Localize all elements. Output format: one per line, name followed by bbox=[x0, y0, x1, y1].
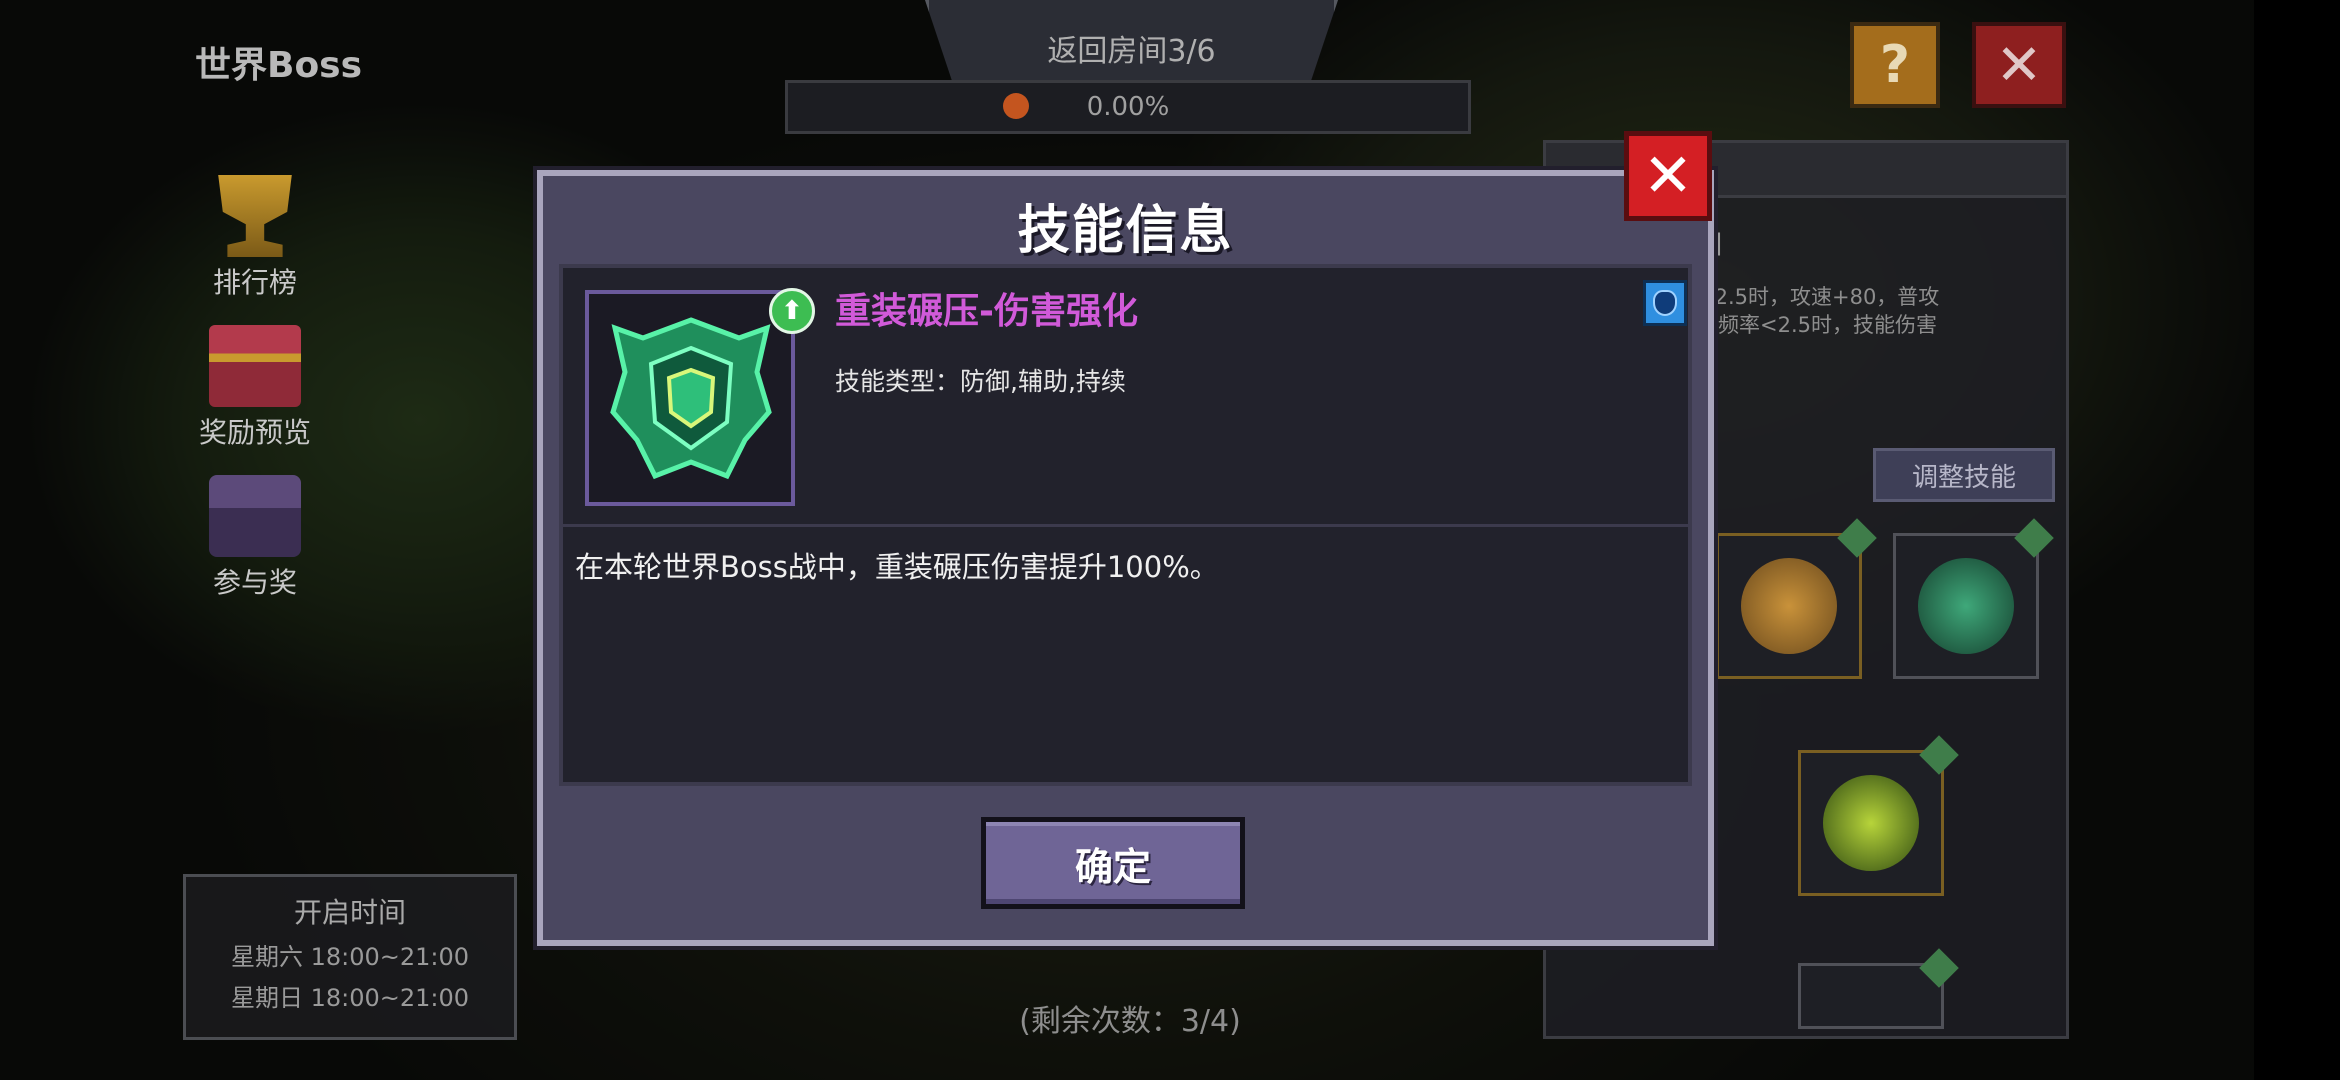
shield-skill-icon bbox=[610, 317, 772, 480]
sidebar-item-label: 参与奖 bbox=[212, 566, 297, 599]
panel-desc-line: 率≥2.5时，攻速+80，普攻 bbox=[1676, 285, 1940, 309]
world-boss-title: 世界Boss bbox=[195, 45, 363, 86]
chest-icon bbox=[209, 325, 301, 407]
help-button[interactable]: ? bbox=[1850, 22, 1940, 108]
panel-desc-line: 攻击频率<2.5时，技能伤害 bbox=[1676, 313, 1937, 337]
dialog-title: 技能信息 bbox=[1017, 201, 1234, 261]
upgrade-badge bbox=[1919, 735, 1959, 775]
trophy-icon bbox=[218, 175, 292, 257]
sidebar-item-ranking[interactable]: 排行榜 bbox=[165, 175, 345, 301]
skill-slot[interactable] bbox=[1798, 735, 1959, 896]
boss-progress-bar: 0.00% bbox=[785, 80, 1471, 134]
skill-type: 技能类型：防御,辅助,持续 bbox=[835, 367, 1126, 396]
upgrade-badge bbox=[1837, 518, 1877, 558]
sidebar-item-reward-preview[interactable]: 奖励预览 bbox=[165, 325, 345, 451]
adjust-skill-button[interactable]: 调整技能 bbox=[1873, 448, 2055, 502]
skill-name: 重装碾压-伤害强化 bbox=[835, 291, 1138, 332]
confirm-button[interactable]: 确定 bbox=[981, 817, 1245, 909]
open-time-line: 星期六 18:00~21:00 bbox=[230, 943, 470, 971]
gift-icon bbox=[209, 475, 301, 557]
egg-skill-icon bbox=[1741, 558, 1837, 654]
fire-icon bbox=[1003, 93, 1029, 119]
skill-description: 在本轮世界Boss战中，重装碾压伤害提升100%。 bbox=[575, 550, 1219, 584]
progress-text: 0.00% bbox=[1086, 92, 1170, 122]
divider bbox=[563, 524, 1688, 527]
shield-skill-icon bbox=[1918, 558, 2014, 654]
screen-edge bbox=[2254, 0, 2340, 1080]
whirl-skill-icon bbox=[1823, 775, 1919, 871]
close-dialog-button[interactable]: ✕ bbox=[1624, 131, 1712, 221]
sidebar-item-participation-reward[interactable]: 参与奖 bbox=[165, 475, 345, 601]
skill-slot[interactable] bbox=[1716, 518, 1877, 679]
skill-slot[interactable] bbox=[1893, 518, 2054, 679]
skill-icon-frame: ⬆ bbox=[585, 288, 815, 506]
open-time-line: 星期日 18:00~21:00 bbox=[230, 984, 470, 1012]
upgrade-arrow-icon: ⬆ bbox=[769, 288, 815, 334]
upgrade-badge bbox=[2014, 518, 2054, 558]
sidebar-item-label: 排行榜 bbox=[212, 266, 297, 299]
skill-detail-panel: ⬆ 重装碾压-伤害强化 技能类型：防御,辅助,持续 在本轮世界Boss战中，重装… bbox=[559, 264, 1692, 786]
shield-tag-glyph bbox=[1653, 290, 1677, 316]
sidebar-item-label: 奖励预览 bbox=[198, 416, 311, 449]
panel-description: 率≥2.5时，攻速+80，普攻 攻击频率<2.5时，技能伤害 bbox=[1676, 283, 2061, 339]
open-time-title: 开启时间 bbox=[293, 896, 406, 929]
skill-info-dialog: 技能信息 ✕ ⬆ 重装碾压-伤害强化 技能类型：防御,辅助,持续 在本轮世界Bo… bbox=[533, 131, 1718, 950]
upgrade-badge bbox=[1919, 948, 1959, 988]
open-time-box: 开启时间 星期六 18:00~21:00 星期日 18:00~21:00 bbox=[183, 874, 517, 1040]
skill-slot[interactable] bbox=[1798, 948, 1959, 1029]
defense-tag-icon bbox=[1643, 280, 1687, 326]
remaining-attempts: (剩余次数：3/4) bbox=[1019, 1004, 1241, 1039]
close-page-button[interactable]: ✕ bbox=[1972, 22, 2066, 108]
